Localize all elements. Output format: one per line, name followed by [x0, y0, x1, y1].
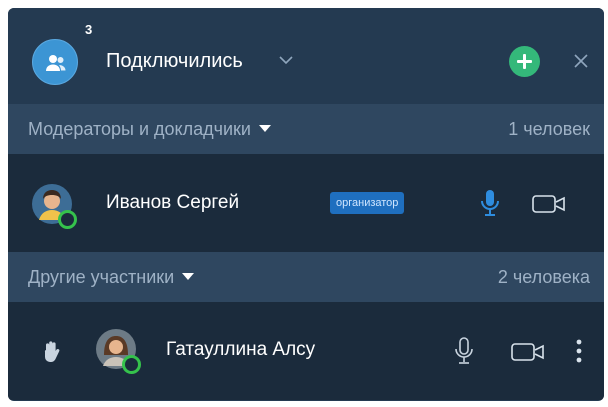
close-icon[interactable]	[572, 52, 590, 70]
panel-title: Подключились	[106, 50, 243, 72]
section-others[interactable]: Другие участники 2 человека	[8, 252, 604, 302]
participant-name: Гатауллина Алсу	[166, 339, 316, 360]
role-badge: организатор	[330, 192, 405, 214]
section-moderators[interactable]: Модераторы и докладчики 1 человек	[8, 104, 604, 154]
participant-count-badge: 3	[85, 22, 93, 37]
avatar	[96, 329, 141, 374]
panel-header: 3 Подключились	[8, 8, 604, 104]
section-others-count: 2 человека	[497, 267, 590, 287]
avatar	[32, 184, 77, 229]
people-icon	[46, 55, 66, 71]
online-status-indicator	[58, 210, 77, 229]
add-participant-button[interactable]	[509, 46, 540, 77]
more-vertical-icon[interactable]	[575, 338, 583, 364]
hand-icon[interactable]	[42, 340, 60, 364]
section-moderators-label: Модераторы и докладчики	[28, 119, 271, 140]
caret-down-icon[interactable]	[182, 272, 195, 280]
camera-icon[interactable]	[511, 342, 545, 362]
microphone-icon[interactable]	[454, 337, 474, 365]
chevron-down-icon[interactable]	[278, 54, 294, 66]
participant-row[interactable]: Иванов Сергей организатор	[8, 154, 604, 252]
camera-icon[interactable]	[532, 194, 566, 214]
participants-button[interactable]	[32, 39, 78, 85]
caret-down-icon[interactable]	[258, 124, 271, 132]
participant-row[interactable]: Гатауллина Алсу	[8, 302, 604, 400]
section-others-label: Другие участники	[28, 267, 195, 288]
online-status-indicator	[122, 355, 141, 374]
participant-name: Иванов Сергей	[106, 192, 240, 213]
section-moderators-count: 1 человек	[508, 119, 590, 139]
participants-panel: 3 Подключились Модераторы и докладчики 1…	[8, 8, 604, 401]
microphone-icon[interactable]	[480, 189, 500, 217]
